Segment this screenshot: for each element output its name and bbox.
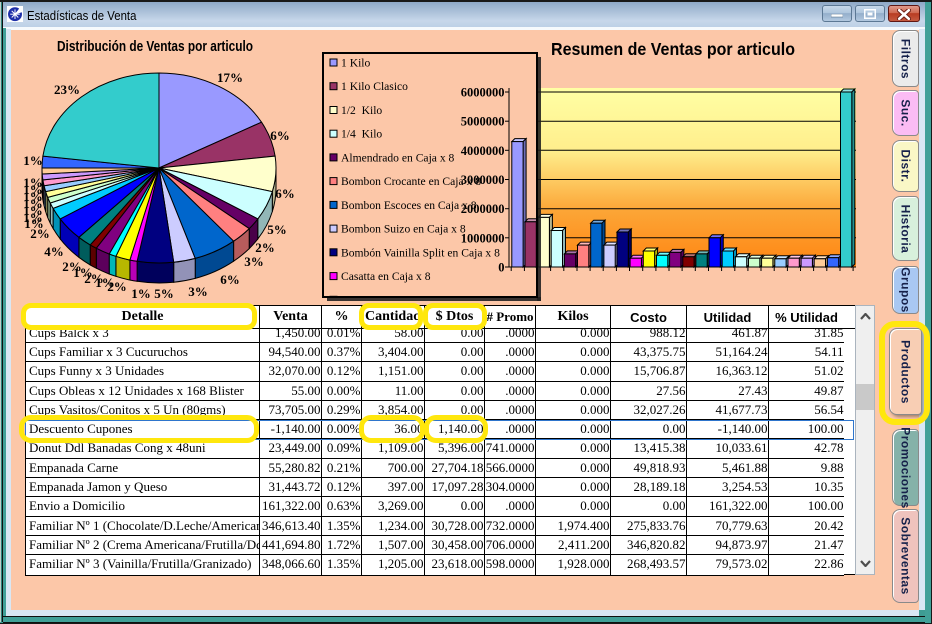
svg-text:3%: 3% bbox=[244, 254, 264, 269]
svg-text:5000000: 5000000 bbox=[461, 115, 505, 129]
svg-text:3%: 3% bbox=[188, 284, 208, 299]
svg-text:Bombon Crocante en Caja x 8: Bombon Crocante en Caja x 8 bbox=[341, 175, 481, 188]
svg-text:2%: 2% bbox=[255, 240, 275, 255]
svg-text:6%: 6% bbox=[270, 128, 290, 143]
svg-text:4%: 4% bbox=[44, 244, 64, 259]
svg-text:1 Kilo: 1 Kilo bbox=[341, 57, 371, 70]
svg-text:6%: 6% bbox=[220, 272, 240, 287]
svg-text:2%: 2% bbox=[62, 259, 82, 274]
svg-text:1 Kilo Clasico: 1 Kilo Clasico bbox=[341, 80, 408, 93]
svg-text:Bombon Escoces en Caja x 8: Bombon Escoces en Caja x 8 bbox=[341, 199, 477, 212]
svg-text:17%: 17% bbox=[217, 70, 243, 85]
svg-text:Bombon Suizo en Caja x 8: Bombon Suizo en Caja x 8 bbox=[341, 223, 466, 236]
svg-text:Bombón Vainilla Split en Caja: Bombón Vainilla Split en Caja x 8 bbox=[341, 246, 500, 259]
svg-text:1/2 Kilo: 1/2 Kilo bbox=[341, 104, 382, 117]
svg-text:5%: 5% bbox=[267, 222, 287, 237]
svg-text:6000000: 6000000 bbox=[461, 86, 505, 100]
svg-text:1%: 1% bbox=[23, 175, 43, 190]
svg-text:Casatta en Caja x 8: Casatta en Caja x 8 bbox=[341, 270, 431, 283]
svg-text:1%: 1% bbox=[23, 153, 43, 168]
svg-text:23%: 23% bbox=[54, 82, 80, 97]
svg-text:0: 0 bbox=[498, 261, 504, 275]
svg-text:5%: 5% bbox=[154, 286, 174, 301]
svg-text:1000000: 1000000 bbox=[461, 231, 505, 245]
svg-text:6%: 6% bbox=[275, 186, 295, 201]
svg-text:4000000: 4000000 bbox=[461, 144, 505, 158]
svg-text:1%: 1% bbox=[131, 286, 151, 301]
svg-text:Almendrado en Caja x 8: Almendrado en Caja x 8 bbox=[341, 151, 455, 164]
svg-text:1/4 Kilo: 1/4 Kilo bbox=[341, 128, 382, 141]
